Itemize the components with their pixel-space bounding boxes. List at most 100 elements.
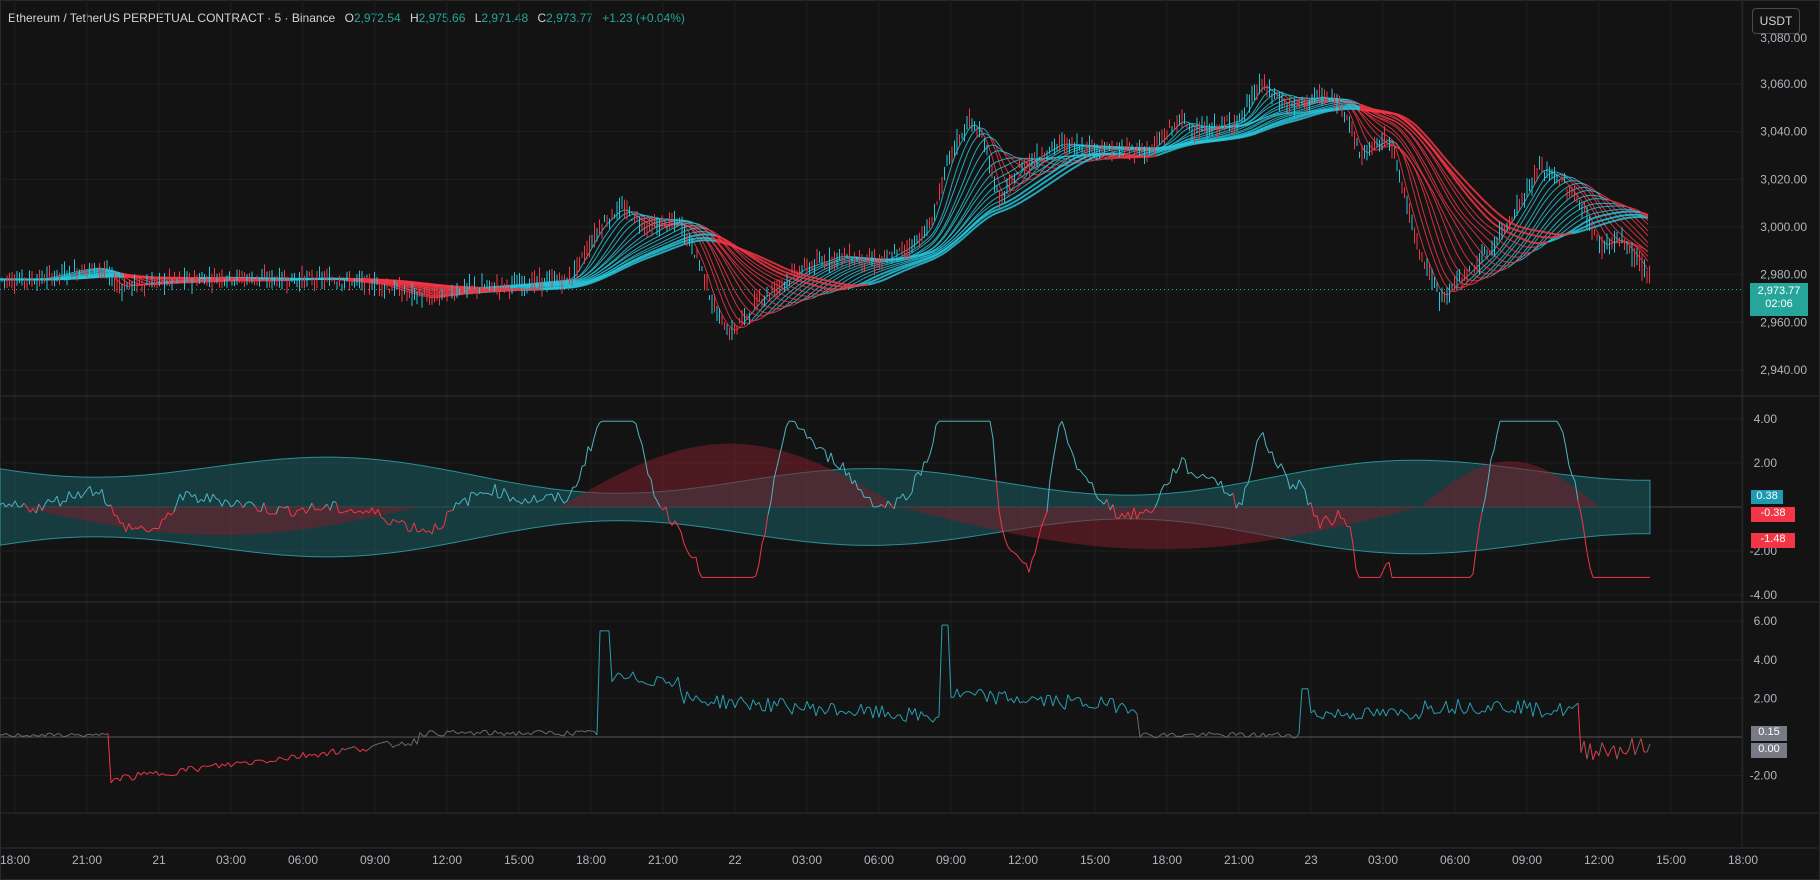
ma-segment bbox=[963, 152, 969, 163]
ma-segment bbox=[1443, 255, 1449, 266]
ma-segment bbox=[1271, 109, 1277, 113]
ma-segment bbox=[1431, 239, 1437, 253]
ma-segment bbox=[1111, 147, 1117, 149]
ma-segment bbox=[1643, 242, 1649, 248]
ma-segment bbox=[823, 275, 829, 280]
ma-segment bbox=[623, 241, 629, 246]
ma-segment bbox=[747, 289, 753, 295]
ma-segment bbox=[895, 262, 901, 265]
ma-segment bbox=[651, 244, 657, 248]
ma-segment bbox=[1555, 192, 1561, 197]
ma-segment bbox=[715, 272, 721, 283]
ma-segment bbox=[1511, 256, 1517, 258]
ma-segment bbox=[1575, 180, 1581, 183]
ma-segment bbox=[1055, 156, 1061, 158]
ma-segment bbox=[1491, 262, 1497, 266]
ma-segment bbox=[1087, 160, 1093, 162]
ma-segment bbox=[795, 293, 801, 296]
ma-segment bbox=[647, 234, 653, 238]
ma-segment bbox=[1211, 133, 1217, 136]
ma-segment bbox=[631, 244, 637, 248]
ma-segment bbox=[1539, 202, 1545, 209]
ma-segment bbox=[979, 189, 985, 195]
ma-segment bbox=[1483, 272, 1489, 275]
ma-segment bbox=[707, 252, 713, 263]
ma-segment bbox=[787, 296, 793, 300]
ma-segment bbox=[843, 265, 849, 269]
ma-segment bbox=[1339, 100, 1345, 103]
ma-segment bbox=[1407, 137, 1413, 144]
ma-segment bbox=[671, 234, 677, 238]
ma-segment bbox=[683, 219, 689, 222]
ma-segment bbox=[651, 237, 657, 241]
ma-segment bbox=[1291, 97, 1297, 99]
grid-lines bbox=[0, 0, 1744, 813]
ma-segment bbox=[1475, 276, 1481, 279]
ma-segment bbox=[639, 246, 645, 250]
ma-segment bbox=[847, 276, 853, 280]
ma-segment bbox=[615, 230, 621, 237]
ma-segment bbox=[1411, 185, 1417, 201]
ma-segment bbox=[1415, 200, 1421, 216]
ma-segment bbox=[955, 208, 961, 217]
ma-segment bbox=[1567, 219, 1573, 224]
ma-segment bbox=[723, 291, 729, 302]
ma-segment bbox=[827, 291, 833, 294]
ma-segment bbox=[743, 293, 749, 300]
ma-segment bbox=[655, 238, 661, 242]
ma-segment bbox=[1059, 152, 1065, 156]
ma-segment bbox=[1579, 182, 1585, 185]
ma-segment bbox=[751, 312, 757, 316]
ma-segment bbox=[1435, 184, 1441, 194]
ma-segment bbox=[1571, 216, 1577, 221]
ma-segment bbox=[843, 271, 849, 275]
ma-segment bbox=[1459, 259, 1465, 266]
ma-segment bbox=[1439, 212, 1445, 224]
ma-segment bbox=[767, 279, 773, 283]
ma-segment bbox=[1287, 94, 1293, 97]
ma-segment bbox=[1047, 153, 1053, 158]
ma-segment bbox=[839, 267, 845, 271]
ma-segment bbox=[1615, 203, 1621, 206]
ma-segment bbox=[1435, 189, 1441, 198]
ma-segment bbox=[607, 232, 613, 239]
ma-segment bbox=[771, 298, 777, 303]
ma-segment bbox=[767, 306, 773, 309]
ma-segment bbox=[835, 276, 841, 280]
ma-segment bbox=[1187, 134, 1193, 137]
ma-segment bbox=[1531, 214, 1537, 222]
ma-segment bbox=[1267, 109, 1273, 113]
ma-segment bbox=[979, 172, 985, 179]
ma-segment bbox=[635, 237, 641, 242]
ma-segment bbox=[1171, 137, 1177, 142]
ma-segment bbox=[979, 127, 985, 130]
ma-segment bbox=[1275, 116, 1281, 119]
ma-segment bbox=[1427, 156, 1433, 165]
ma-segment bbox=[739, 299, 745, 306]
ma-segment bbox=[771, 277, 777, 280]
ma-segment bbox=[971, 184, 977, 192]
ma-segment bbox=[1551, 210, 1557, 216]
ma-segment bbox=[1259, 102, 1265, 108]
ma-segment bbox=[1431, 206, 1437, 219]
ma-segment bbox=[979, 196, 985, 203]
ma-segment bbox=[887, 259, 893, 262]
ma-segment bbox=[1635, 218, 1641, 223]
ma-segment bbox=[1111, 150, 1117, 153]
ma-segment bbox=[1387, 125, 1393, 130]
ma-segment bbox=[1643, 238, 1649, 244]
ma-segment bbox=[1627, 234, 1633, 239]
ma-segment bbox=[635, 248, 641, 252]
ma-segment bbox=[627, 231, 633, 237]
ma-segment bbox=[779, 301, 785, 306]
ma-segment bbox=[631, 240, 637, 245]
ma-segment bbox=[1311, 106, 1317, 109]
ma-segment bbox=[1471, 215, 1477, 221]
ma-segment bbox=[1375, 132, 1381, 138]
ma-segment bbox=[951, 171, 957, 185]
ma-segment bbox=[1607, 229, 1613, 235]
ma-segment bbox=[611, 236, 617, 243]
ma-segment bbox=[1587, 184, 1593, 189]
chart-canvas[interactable]: 18:00 21:00 21 03:00 06:00 09:00 12:00 15:00 18:… bbox=[0, 0, 1820, 880]
ma-segment bbox=[855, 266, 861, 270]
